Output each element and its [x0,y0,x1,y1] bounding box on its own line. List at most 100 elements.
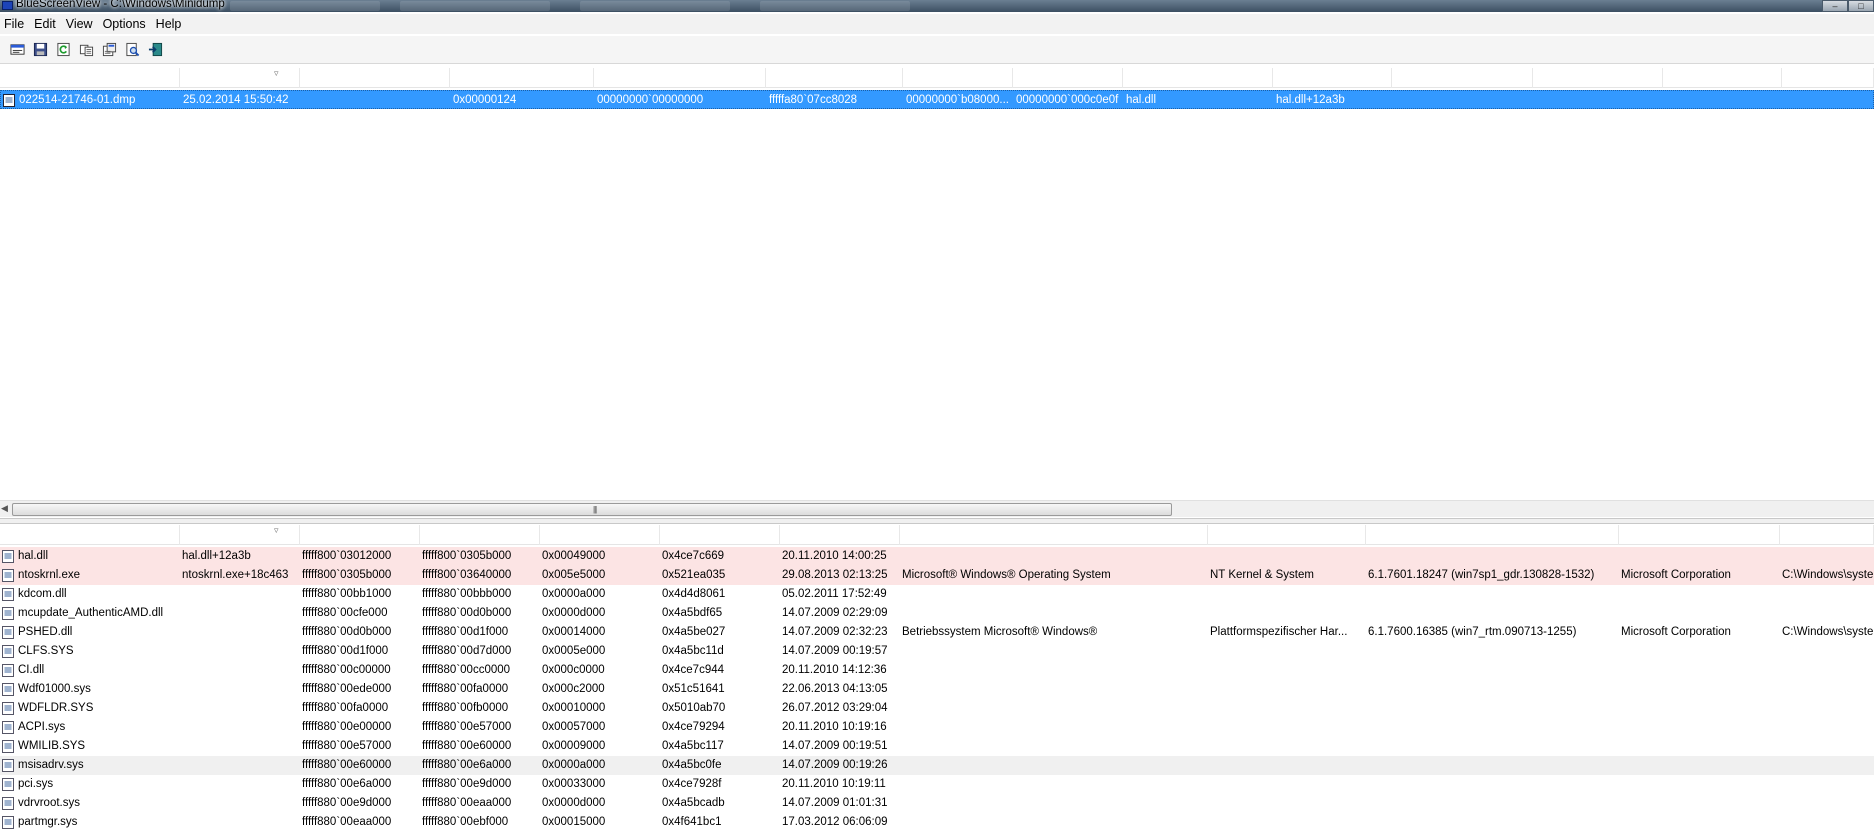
cell-time-stamp: 0x4ce7c944 [662,664,725,676]
title-bar[interactable]: BlueScreenView - C:\Windows\Minidump – □ [0,0,1874,12]
driver-row[interactable]: kdcom.dll fffff880`00bb1000 fffff880`00bbb… [0,585,1874,604]
dump-file-icon [3,94,15,107]
cell-company [1619,585,1780,604]
scrollbar-thumb[interactable]: ||| [12,503,1172,516]
column-header-to-address[interactable] [420,525,540,545]
crash-row[interactable]: 022514-21746-01.dmp 25.02.2014 15:50:42 0x… [0,90,1874,109]
column-header-company[interactable] [1619,525,1780,545]
column-header-address-in-st[interactable] [180,525,300,545]
menu-options[interactable]: Options [99,14,152,34]
column-header-dump-file[interactable] [0,68,180,88]
pane-splitter[interactable] [0,518,1874,524]
cell-address-in-st: ntoskrnl.exe+18c463 [182,569,289,581]
scroll-left-arrow-icon[interactable]: ◀ [1,503,8,514]
driver-row[interactable]: PSHED.dll fffff880`00d0b000 fffff880`00d1f… [0,623,1874,642]
menu-help[interactable]: Help [152,14,188,34]
column-header-parameter-2[interactable] [766,68,903,88]
column-header-crash-time[interactable] [180,68,300,88]
column-header-parameter-3[interactable] [903,68,1013,88]
column-header-caused-by-address[interactable] [1273,68,1392,88]
driver-row[interactable]: ACPI.sys fffff880`00e00000 fffff880`00e570… [0,718,1874,737]
cell-product-name [900,604,1208,623]
column-header-file-version[interactable] [1366,525,1619,545]
column-header-size[interactable] [540,525,660,545]
column-header-full-path[interactable] [1780,525,1874,545]
cell-time-stamp: 0x4a5bdf65 [662,607,723,619]
column-header-caused-by-driver[interactable] [1123,68,1273,88]
cell-filename: WDFLDR.SYS [18,702,94,714]
driver-row[interactable]: partmgr.sys fffff880`00eaa000 fffff880`00e… [0,813,1874,832]
maximize-button[interactable]: □ [1848,0,1874,12]
driver-row[interactable]: vdrvroot.sys fffff880`00e9d000 fffff880`00… [0,794,1874,813]
copy-icon [79,44,93,57]
cell-to-address: fffff800`03640000 [422,569,512,581]
driver-file-icon [2,626,14,639]
save-button[interactable] [29,40,51,60]
horizontal-scrollbar[interactable]: ◀ ||| [0,500,1874,517]
cell-size: 0x00049000 [542,550,606,562]
html-report-icon [102,42,116,57]
column-header-product-name[interactable] [900,525,1208,545]
menu-file[interactable]: File [0,14,30,34]
cell-file-description [1208,680,1366,699]
cell-size: 0x005e5000 [542,569,606,581]
cell-size: 0x00010000 [542,702,606,714]
column-header-file-description[interactable] [1392,68,1533,88]
cell-time-string: 05.02.2011 17:52:49 [782,588,887,600]
properties-button[interactable] [6,40,28,60]
column-header-time-stamp[interactable] [660,525,780,545]
column-header-parameter-4[interactable] [1013,68,1123,88]
cell-filename: PSHED.dll [18,626,73,638]
refresh-button[interactable] [52,40,74,60]
background-tab [400,1,550,11]
column-header-file-description[interactable] [1208,525,1366,545]
html-report-button[interactable] [98,40,120,60]
column-header-bug-check-string[interactable] [300,68,450,88]
driver-row[interactable]: msisadrv.sys fffff880`00e60000 fffff880`00… [0,756,1874,775]
cell-company [1664,91,1783,110]
driver-row[interactable]: mcupdate_AuthenticAMD.dll fffff880`00cfe0… [0,604,1874,623]
driver-row[interactable]: WMILIB.SYS fffff880`00e57000 fffff880`00e6… [0,737,1874,756]
column-header-parameter-1[interactable] [594,68,766,88]
cell-file-version [1366,642,1619,661]
driver-row[interactable]: CLFS.SYS fffff880`00d1f000 fffff880`00d7d0… [0,642,1874,661]
find-button[interactable] [121,40,143,60]
menu-edit[interactable]: Edit [30,14,62,34]
cell-from-address: fffff880`00e60000 [302,759,392,771]
cell-company: Microsoft Corporation [1621,569,1731,581]
driver-row[interactable]: hal.dll hal.dll+12a3b fffff800`03012000 fff… [0,547,1874,566]
cell-size: 0x00009000 [542,740,606,752]
cell-product-name [900,718,1208,737]
driver-row[interactable]: CI.dll fffff880`00c00000 fffff880`00cc0000… [0,661,1874,680]
save-icon [33,42,47,57]
cell-time-stamp: 0x51c51641 [662,683,725,695]
driver-row[interactable]: ntoskrnl.exe ntoskrnl.exe+18c463 fffff800`… [0,566,1874,585]
minimize-button[interactable]: – [1822,0,1848,12]
cell-bug-check-code: 0x00000124 [453,94,517,106]
cell-product-name: Betriebssystem Microsoft® Windows® [902,626,1098,638]
column-header-filename[interactable] [0,525,180,545]
copy-button[interactable] [75,40,97,60]
cell-address-in-st [180,604,300,623]
column-header-time-string[interactable] [780,525,900,545]
cell-address-in-st [180,699,300,718]
column-header-bug-check-code[interactable] [450,68,594,88]
cell-filename: vdrvroot.sys [18,797,80,809]
cell-company [1619,604,1780,623]
driver-row[interactable]: pci.sys fffff880`00e6a000 fffff880`00e9d00… [0,775,1874,794]
cell-size: 0x00033000 [542,778,606,790]
cell-file-description [1208,775,1366,794]
column-header-from-address[interactable] [300,525,420,545]
cell-product-name [900,547,1208,566]
exit-button[interactable] [144,40,166,60]
column-header-product-name[interactable] [1533,68,1663,88]
driver-file-icon [2,721,14,734]
menu-view[interactable]: View [62,14,99,34]
column-header-company[interactable] [1663,68,1782,88]
driver-row[interactable]: Wdf01000.sys fffff880`00ede000 fffff880`00… [0,680,1874,699]
cell-from-address: fffff880`00bb1000 [302,588,392,600]
cell-file-description [1208,718,1366,737]
column-header-file-version[interactable] [1782,68,1874,88]
driver-row[interactable]: WDFLDR.SYS fffff880`00fa0000 fffff880`00fb… [0,699,1874,718]
cell-product-name [900,794,1208,813]
